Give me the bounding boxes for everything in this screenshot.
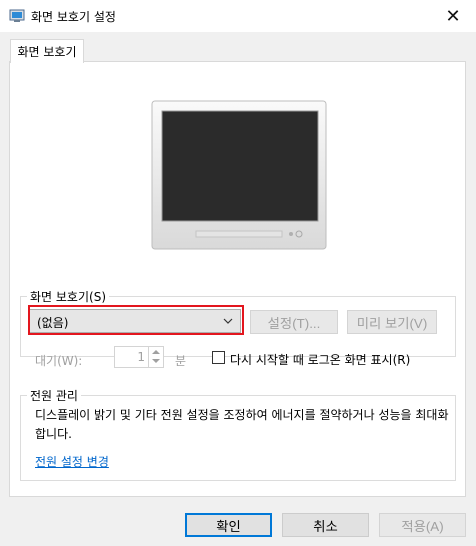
close-icon: ✕ [445, 5, 461, 27]
tab-screensaver[interactable]: 화면 보호기 [10, 39, 84, 63]
title-bar: 화면 보호기 설정 ✕ [0, 0, 476, 32]
wait-unit-label: 분 [175, 354, 187, 368]
tab-panel: 화면 보호기(S) (없음) 설정(T)... 미리 보기(V) 대기(W): … [9, 61, 466, 497]
tab-screensaver-label: 화면 보호기 [17, 45, 77, 59]
ok-button-label: 확인 [216, 518, 241, 534]
cancel-button-label: 취소 [313, 518, 338, 534]
ok-button[interactable]: 확인 [185, 513, 272, 537]
resume-logon-checkbox[interactable] [212, 351, 225, 364]
screensaver-group-title: 화면 보호기(S) [27, 288, 109, 305]
close-button[interactable]: ✕ [430, 0, 476, 32]
window-title: 화면 보호기 설정 [31, 10, 116, 24]
wait-stepper-buttons[interactable] [148, 347, 163, 367]
monitor-preview [151, 100, 327, 250]
apply-button-label: 적용(A) [401, 518, 444, 534]
preview-button[interactable]: 미리 보기(V) [347, 310, 437, 334]
highlight-box [28, 305, 244, 335]
apply-button[interactable]: 적용(A) [379, 513, 466, 537]
wait-value: 1 [137, 350, 145, 364]
preview-button-label: 미리 보기(V) [356, 315, 428, 331]
settings-button[interactable]: 설정(T)... [250, 310, 338, 334]
resume-logon-label[interactable]: 다시 시작할 때 로그온 화면 표시(R) [230, 351, 410, 368]
screensaver-app-icon [9, 9, 25, 22]
power-description: 디스플레이 밝기 및 기타 전원 설정을 조정하여 에너지를 절약하거나 성능을… [35, 408, 449, 441]
wait-label: 대기(W): [35, 354, 83, 368]
spin-up-icon[interactable] [152, 350, 160, 354]
wait-stepper[interactable]: 1 [114, 346, 164, 368]
spin-down-icon[interactable] [152, 359, 160, 363]
power-settings-link[interactable]: 전원 설정 변경 [35, 453, 109, 470]
cancel-button[interactable]: 취소 [282, 513, 369, 537]
power-group-title: 전원 관리 [27, 387, 81, 404]
settings-button-label: 설정(T)... [267, 315, 321, 331]
